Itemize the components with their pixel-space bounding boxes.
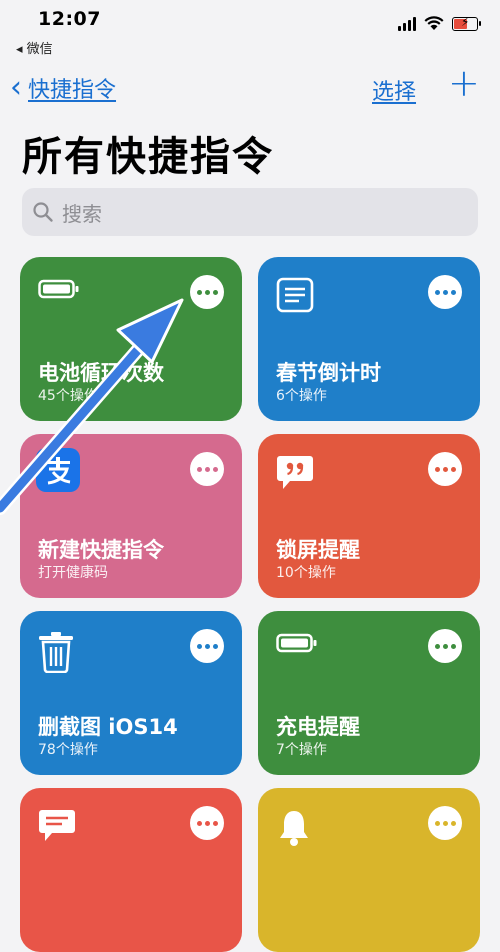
- shortcut-title: 锁屏提醒: [276, 538, 360, 562]
- wifi-icon: [424, 16, 444, 30]
- shortcut-card-new-shortcut[interactable]: 新建快捷指令 打开健康码: [20, 434, 242, 598]
- document-icon: [276, 277, 314, 313]
- shortcut-card-lock-screen-reminder[interactable]: 锁屏提醒 10个操作: [258, 434, 480, 598]
- status-time: 12:07: [38, 8, 101, 30]
- more-options-button[interactable]: [428, 629, 462, 663]
- quote-bubble-icon: [277, 456, 313, 489]
- shortcut-title: 春节倒计时: [276, 361, 381, 385]
- more-options-button[interactable]: [428, 806, 462, 840]
- back-to-app[interactable]: ◂ 微信: [16, 38, 53, 57]
- bell-icon: [280, 811, 308, 846]
- trash-icon: [39, 632, 73, 673]
- search-placeholder: 搜索: [62, 201, 102, 226]
- status-indicators: ⚡: [398, 15, 481, 31]
- shortcut-title: 电池循环次数: [38, 361, 164, 385]
- shortcut-subtitle: 7个操作: [276, 742, 327, 758]
- more-options-button[interactable]: [428, 452, 462, 486]
- shortcut-card-message[interactable]: [20, 788, 242, 952]
- shortcut-subtitle: 10个操作: [276, 565, 336, 581]
- back-button[interactable]: ‹ 快捷指令: [10, 72, 116, 104]
- chevron-left-icon: ‹: [10, 70, 22, 105]
- battery-icon: [38, 279, 79, 299]
- shortcut-subtitle: 45个操作: [38, 388, 98, 404]
- more-options-button[interactable]: [190, 275, 224, 309]
- alipay-icon: [36, 448, 80, 492]
- more-options-button[interactable]: [428, 275, 462, 309]
- more-options-button[interactable]: [190, 629, 224, 663]
- more-options-button[interactable]: [190, 806, 224, 840]
- shortcut-subtitle: 打开健康码: [38, 565, 108, 581]
- add-shortcut-button[interactable]: +: [448, 64, 480, 102]
- shortcut-card-new-year-countdown[interactable]: 春节倒计时 6个操作: [258, 257, 480, 421]
- shortcut-card-charging-reminder[interactable]: 充电提醒 7个操作: [258, 611, 480, 775]
- shortcut-card-delete-screenshots[interactable]: 删截图 iOS14 78个操作: [20, 611, 242, 775]
- battery-status-icon: ⚡: [452, 15, 481, 31]
- shortcut-card-bell[interactable]: [258, 788, 480, 952]
- search-icon: [33, 202, 53, 222]
- page-title: 所有快捷指令: [22, 134, 274, 180]
- more-options-button[interactable]: [190, 452, 224, 486]
- shortcut-subtitle: 78个操作: [38, 742, 98, 758]
- cellular-signal-icon: [398, 16, 416, 31]
- shortcut-subtitle: 6个操作: [276, 388, 327, 404]
- select-button[interactable]: 选择: [372, 74, 416, 106]
- shortcut-title: 新建快捷指令: [38, 538, 164, 562]
- battery-icon: [276, 633, 317, 653]
- search-input[interactable]: 搜索: [22, 188, 478, 236]
- shortcut-title: 删截图 iOS14: [38, 715, 178, 739]
- shortcut-title: 充电提醒: [276, 715, 360, 739]
- message-icon: [39, 810, 75, 841]
- shortcut-card-battery-cycles[interactable]: 电池循环次数 45个操作: [20, 257, 242, 421]
- back-label: 快捷指令: [28, 78, 117, 103]
